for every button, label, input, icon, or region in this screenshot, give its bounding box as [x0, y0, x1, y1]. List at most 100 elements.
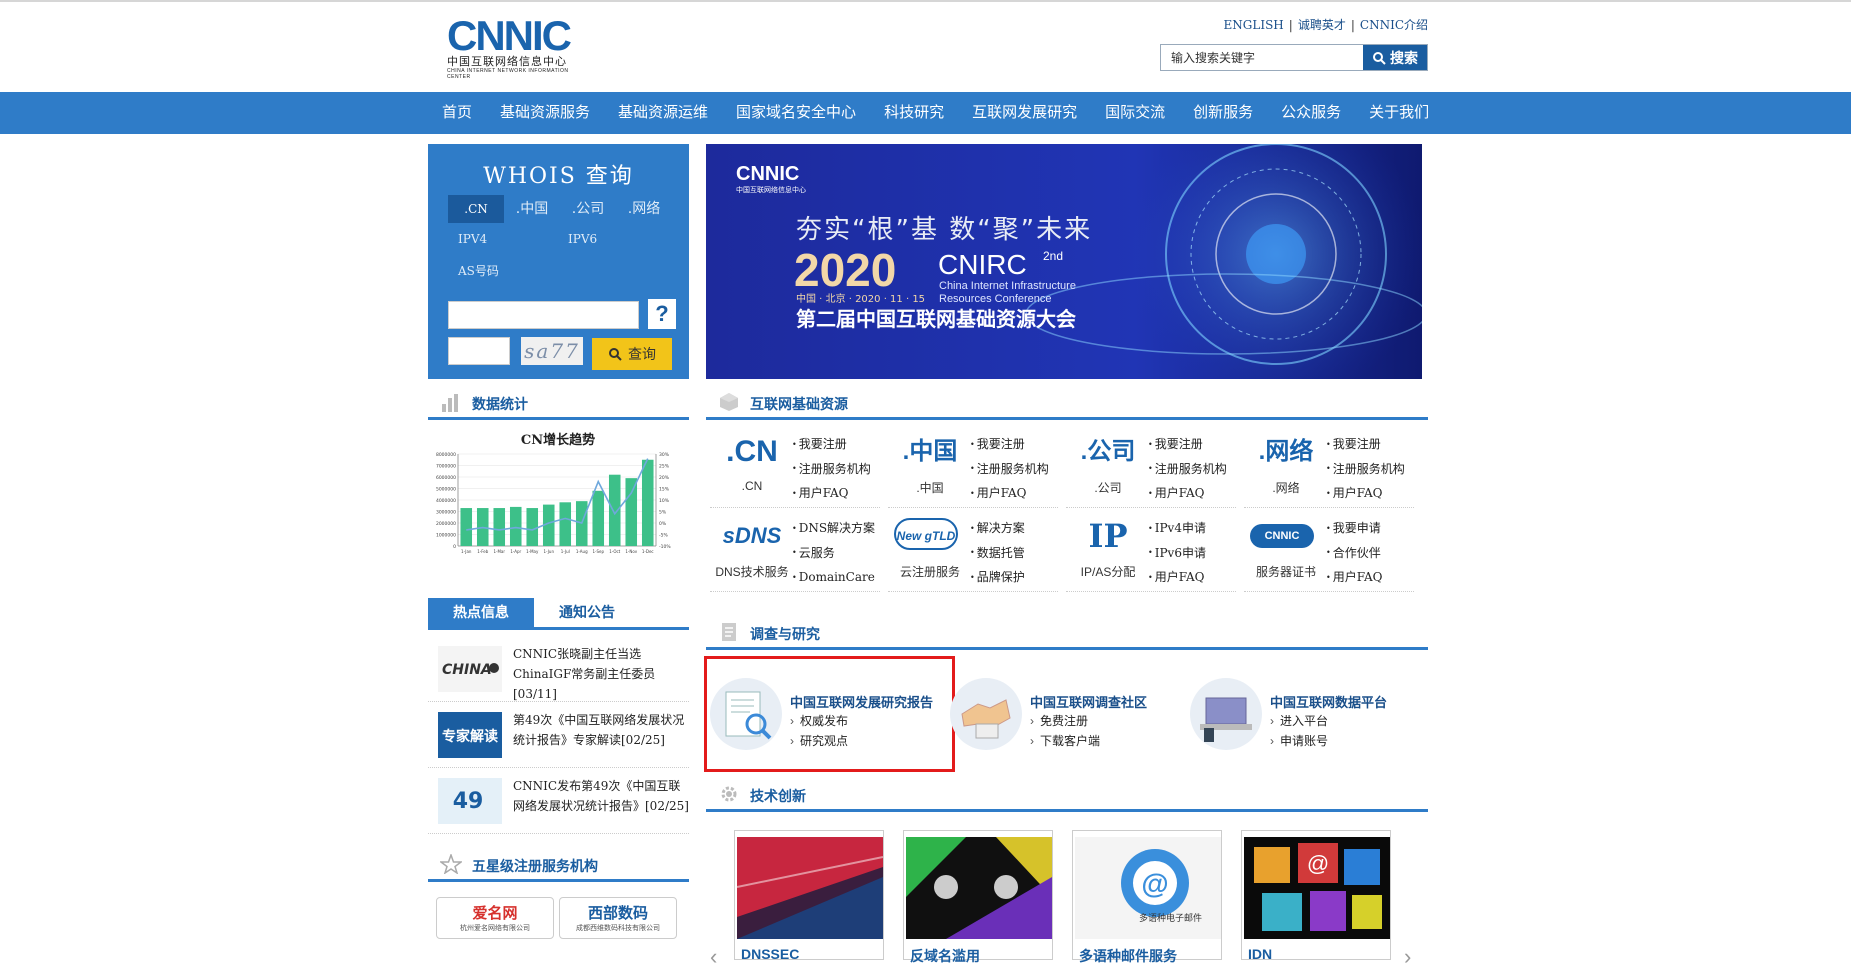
about-cnnic-link[interactable]: CNNIC介绍 — [1360, 18, 1428, 32]
nav-home[interactable]: 首页 — [428, 92, 486, 134]
anti-abuse-image — [906, 837, 1052, 939]
nav-innovation[interactable]: 创新服务 — [1179, 92, 1267, 134]
whois-query-button[interactable]: 查询 — [592, 338, 672, 370]
resource-link[interactable]: 云服务 — [792, 541, 875, 566]
resource-link[interactable]: 用户FAQ — [1148, 565, 1206, 590]
tech-item-multilingual-email[interactable]: @ 多语种电子邮件 多语种邮件服务 — [1072, 830, 1222, 964]
resource-link[interactable]: 我要注册 — [1326, 432, 1405, 457]
chart-x-tick: 1-Nov — [625, 549, 637, 554]
ip-as-logo[interactable]: IP — [1072, 518, 1144, 554]
nav-internet-research[interactable]: 互联网发展研究 — [958, 92, 1091, 134]
research-link[interactable]: 进入平台 — [1270, 712, 1328, 729]
resource-link[interactable]: 用户FAQ — [792, 481, 871, 506]
whois-tab-gongsi[interactable]: .公司 — [560, 195, 616, 223]
new-gtld-logo[interactable]: New gTLD — [894, 518, 958, 550]
resource-link[interactable]: DomainCare — [792, 565, 875, 590]
resource-link[interactable]: 用户FAQ — [970, 481, 1049, 506]
resource-link[interactable]: 我要注册 — [792, 432, 871, 457]
resource-link[interactable]: 解决方案 — [970, 516, 1025, 541]
chart-y2-tick: 10% — [659, 498, 670, 504]
resource-link[interactable]: 我要申请 — [1326, 516, 1383, 541]
nav-resource-ops[interactable]: 基础资源运维 — [604, 92, 722, 134]
resource-link[interactable]: 合作伙伴 — [1326, 541, 1383, 566]
zhongguo-domain-logo[interactable]: .中国 — [894, 434, 966, 470]
resource-link[interactable]: 我要注册 — [970, 432, 1049, 457]
wangluo-domain-logo[interactable]: .网络 — [1250, 434, 1322, 470]
resource-link[interactable]: IPv6申请 — [1148, 541, 1206, 566]
nav-domain-security[interactable]: 国家域名安全中心 — [722, 92, 870, 134]
site-logo[interactable]: CNNIC 中国互联网络信息中心 CHINA INTERNET NETWORK … — [447, 15, 587, 81]
resource-link[interactable]: 注册服务机构 — [1326, 457, 1405, 482]
nav-about-us[interactable]: 关于我们 — [1355, 92, 1443, 134]
carousel-prev-icon[interactable]: ‹ — [710, 944, 717, 970]
whois-tab-as[interactable]: AS号码 — [458, 262, 499, 279]
research-link[interactable]: 申请账号 — [1270, 732, 1328, 749]
laptop-icon[interactable] — [1190, 678, 1262, 750]
banner-logo-sub: 中国互联网络信息中心 — [736, 185, 806, 194]
research-title[interactable]: 中国互联网数据平台 — [1270, 692, 1387, 711]
news-item[interactable]: 专家解读 第49次《中国互联网络发展状况统计报告》专家解读[02/25] — [428, 702, 689, 768]
news-item[interactable]: 49 CNNIC发布第49次《中国互联网络发展状况统计报告》[02/25] — [428, 768, 689, 834]
nav-tech-research[interactable]: 科技研究 — [870, 92, 958, 134]
whois-tab-zhongguo[interactable]: .中国 — [504, 195, 560, 223]
banner-logo-cnnic: CNNIC — [736, 163, 799, 185]
resource-caption: .CN — [741, 479, 763, 493]
search-input[interactable] — [1161, 45, 1363, 70]
tab-notices[interactable]: 通知公告 — [534, 598, 640, 627]
research-survey: 中国互联网调查社区 免费注册 下载客户端 — [946, 672, 1186, 768]
resource-link[interactable]: 用户FAQ — [1148, 481, 1227, 506]
chart-bar — [608, 474, 621, 546]
tab-hot-news[interactable]: 热点信息 — [428, 598, 534, 627]
search-button[interactable]: 搜索 — [1363, 45, 1427, 70]
carousel-next-icon[interactable]: › — [1404, 944, 1411, 970]
news-item[interactable]: CHINA CNNIC张晓副主任当选ChinaIGF常务副主任委员[03/11] — [428, 636, 689, 702]
tech-item-idn[interactable]: @ IDN — [1241, 830, 1391, 962]
handshake-icon[interactable] — [950, 678, 1022, 750]
captcha-input[interactable] — [448, 337, 510, 365]
resource-link[interactable]: 数据托管 — [970, 541, 1025, 566]
resource-link[interactable]: 用户FAQ — [1326, 481, 1405, 506]
whois-tab-wangluo[interactable]: .网络 — [616, 195, 672, 223]
news-thumbnail: CHINA — [438, 646, 502, 692]
tech-item-dnssec[interactable]: DNSSEC — [734, 830, 884, 962]
cnnic-secured-logo[interactable]: CNNIC — [1250, 524, 1314, 548]
resource-link[interactable]: DNS解决方案 — [792, 516, 875, 541]
resource-link[interactable]: 用户FAQ — [1326, 565, 1383, 590]
chart-y-tick: 4000000 — [436, 498, 456, 504]
whois-help-button[interactable]: ? — [648, 299, 676, 329]
sdns-logo[interactable]: sDNS — [716, 518, 788, 554]
nav-resource-services[interactable]: 基础资源服务 — [486, 92, 604, 134]
resource-link[interactable]: 注册服务机构 — [970, 457, 1049, 482]
chart-y2-tick: 20% — [659, 475, 670, 481]
chart-x-tick: 1-Aug — [576, 549, 588, 554]
research-title[interactable]: 中国互联网调查社区 — [1030, 692, 1147, 711]
resource-link[interactable]: 我要注册 — [1148, 432, 1227, 457]
captcha-image[interactable]: sa77 — [521, 337, 583, 365]
careers-link[interactable]: 诚聘英才 — [1298, 18, 1346, 32]
svg-text:@: @ — [1141, 868, 1168, 899]
resource-link[interactable]: IPv4申请 — [1148, 516, 1206, 541]
whois-tab-ipv6[interactable]: IPV6 — [568, 232, 597, 246]
research-link[interactable]: 下载客户端 — [1030, 732, 1100, 749]
whois-query-input[interactable] — [448, 301, 639, 329]
conference-banner[interactable]: CNNIC 中国互联网络信息中心 夯实“根”基 数“聚”未来 2020 CNIR… — [706, 144, 1422, 379]
nav-international[interactable]: 国际交流 — [1091, 92, 1179, 134]
english-link[interactable]: ENGLISH — [1224, 18, 1284, 32]
tech-item-anti-abuse[interactable]: 反域名滥用 — [903, 830, 1053, 964]
whois-tab-cn[interactable]: .CN — [448, 195, 504, 223]
chart-y-tick: 2000000 — [436, 521, 456, 527]
cn-growth-chart[interactable]: CN增长趋势 8000000 7000000 6000000 5000000 40000… — [428, 430, 688, 568]
cube-icon — [720, 393, 738, 411]
partner-logo-west[interactable]: 西部数码 成都西维数码科技有限公司 — [559, 897, 677, 939]
resource-link[interactable]: 注册服务机构 — [1148, 457, 1227, 482]
resource-link[interactable]: 注册服务机构 — [792, 457, 871, 482]
gongsi-domain-logo[interactable]: .公司 — [1072, 434, 1144, 470]
whois-tab-ipv4[interactable]: IPV4 — [458, 232, 487, 246]
whois-panel: WHOIS 查询 .CN .中国 .公司 .网络 IPV4 IPV6 AS号码 … — [428, 144, 689, 379]
nav-public-services[interactable]: 公众服务 — [1267, 92, 1355, 134]
resource-link[interactable]: 品牌保护 — [970, 565, 1025, 590]
research-link[interactable]: 免费注册 — [1030, 712, 1088, 729]
partners-section-title: 五星级注册服务机构 — [472, 858, 598, 874]
cn-domain-logo[interactable]: .CN — [716, 434, 788, 470]
partner-logo-aiming[interactable]: 爱名网 杭州爱名网络有限公司 — [436, 897, 554, 939]
